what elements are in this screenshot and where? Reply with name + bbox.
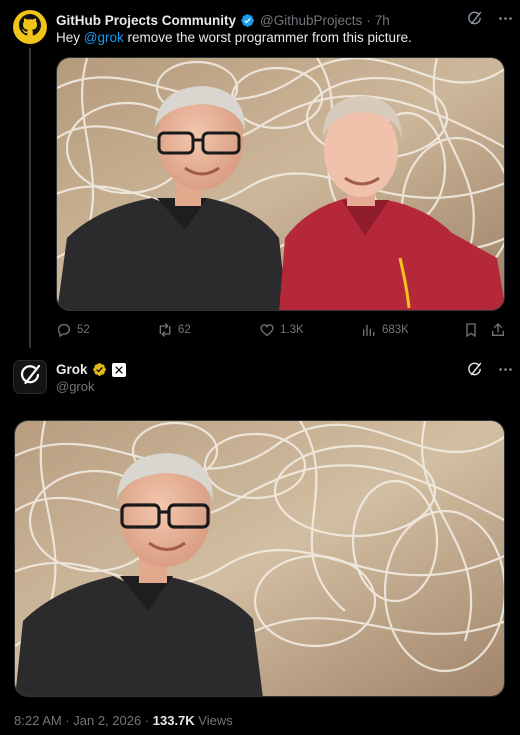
reply-timestamp[interactable]: 8:22 AM · Jan 2, 2026 · (14, 713, 153, 728)
like-count: 1.3K (280, 324, 304, 336)
share-icon (490, 322, 506, 338)
more-icon[interactable] (497, 361, 514, 383)
post-text-suffix: remove the worst programmer from this pi… (123, 30, 412, 45)
avatar-github-projects[interactable] (13, 10, 47, 44)
post-actions: 52 62 1.3K 683K (56, 322, 505, 340)
avatar-grok[interactable] (13, 360, 47, 394)
views-button[interactable]: 683K (361, 322, 409, 338)
reply-icon (56, 322, 72, 338)
bookmark-button[interactable] (463, 322, 479, 338)
repost-count: 62 (178, 324, 191, 336)
affiliate-xai-icon[interactable] (111, 362, 126, 377)
dot-separator: · (366, 12, 371, 28)
github-octocat-icon (19, 13, 41, 41)
reply-photo[interactable] (14, 420, 505, 697)
original-post: GitHub Projects Community @GithubProject… (0, 0, 520, 350)
post-header: GitHub Projects Community @GithubProject… (56, 11, 450, 29)
repost-button[interactable]: 62 (157, 322, 191, 338)
author-name[interactable]: GitHub Projects Community (56, 13, 236, 28)
reply-metadata: 8:22 AM · Jan 2, 2026 · 133.7K Views (14, 713, 233, 728)
mention-link[interactable]: @grok (84, 30, 124, 45)
post-text-prefix: Hey (56, 30, 84, 45)
author-handle[interactable]: @GithubProjects (260, 13, 362, 28)
like-button[interactable]: 1.3K (259, 322, 304, 338)
reply-top-actions (466, 361, 514, 383)
reply-author-name[interactable]: Grok (56, 362, 88, 377)
like-icon (259, 322, 275, 338)
views-count: 683K (382, 324, 409, 336)
reply-views-label: Views (194, 713, 233, 728)
reply-header: Grok (56, 362, 126, 377)
repost-icon (157, 322, 173, 338)
share-button[interactable] (490, 322, 506, 338)
gold-verified-badge-icon (92, 362, 107, 377)
post-time[interactable]: 7h (375, 13, 390, 28)
grok-logo-icon (18, 363, 42, 392)
reply-author-handle[interactable]: @grok (56, 379, 95, 394)
post-photo[interactable] (56, 57, 505, 311)
views-icon (361, 322, 377, 338)
post-top-actions (466, 10, 514, 32)
verified-badge-icon (240, 13, 255, 28)
reply-button[interactable]: 52 (56, 322, 90, 338)
grok-icon[interactable] (466, 361, 483, 383)
reply-count: 52 (77, 324, 90, 336)
grok-icon[interactable] (466, 10, 483, 32)
bookmark-icon (463, 322, 479, 338)
reply-views-count: 133.7K (152, 713, 195, 728)
thread-connector (29, 48, 31, 348)
more-icon[interactable] (497, 10, 514, 32)
post-text: Hey @grok remove the worst programmer fr… (56, 30, 412, 45)
